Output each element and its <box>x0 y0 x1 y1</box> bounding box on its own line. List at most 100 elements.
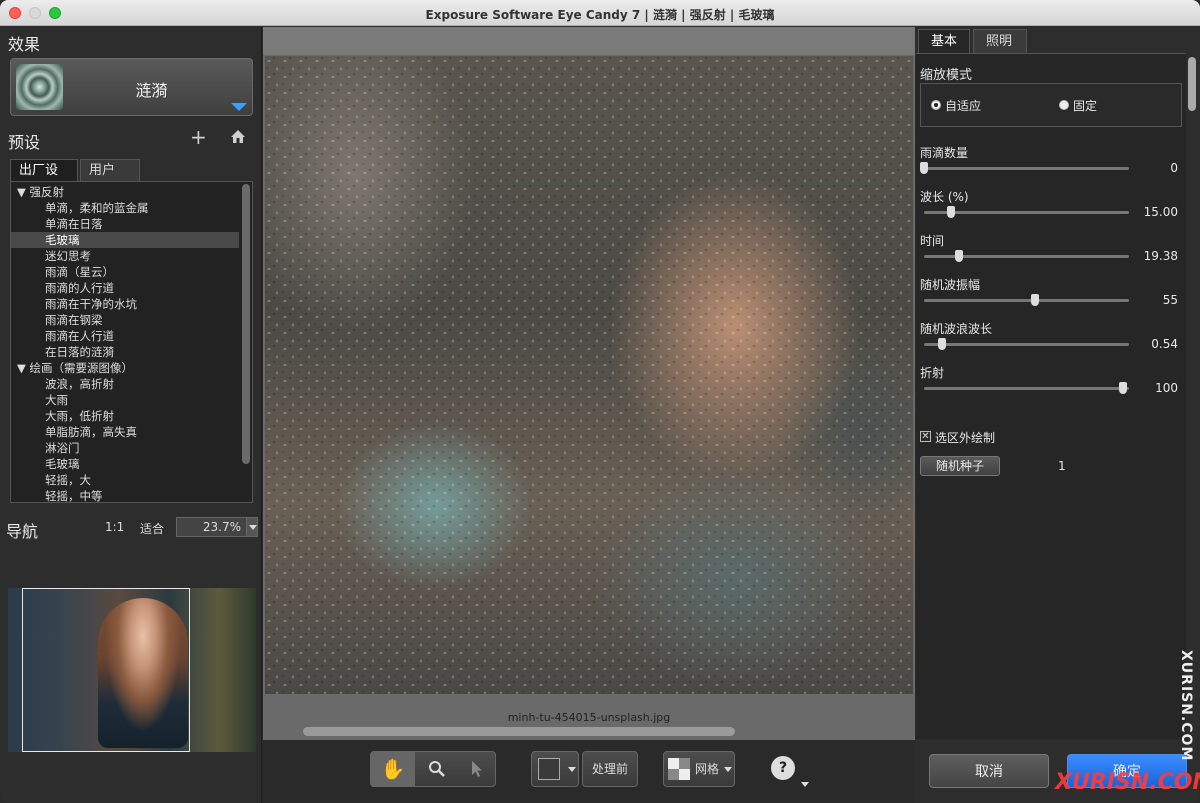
slider-label: 时间 <box>920 234 945 248</box>
slider-value: 15.00 <box>1143 205 1178 219</box>
slider-track[interactable] <box>924 382 1129 394</box>
zoom-1to1-button[interactable]: 1:1 <box>105 520 124 534</box>
slider-label: 折射 <box>920 366 945 380</box>
slider-thumb[interactable] <box>920 162 928 174</box>
navigator-thumbnail[interactable] <box>8 588 256 752</box>
tab-user[interactable]: 用户 <box>80 159 140 181</box>
scale-mode-label: 缩放模式 <box>920 68 973 83</box>
slider-track[interactable] <box>924 338 1129 350</box>
list-item[interactable]: 迷幻思考 <box>11 248 239 264</box>
list-item[interactable]: 单滴在日落 <box>11 216 239 232</box>
list-item[interactable]: 雨滴在干净的水坑 <box>11 296 239 312</box>
window-title: Exposure Software Eye Candy 7 | 涟漪 | 强反射… <box>425 8 775 22</box>
list-item[interactable]: 雨滴的人行道 <box>11 280 239 296</box>
slider-label: 雨滴数量 <box>920 146 969 160</box>
cancel-button[interactable]: 取消 <box>929 754 1049 788</box>
list-item[interactable]: 轻摇，中等 <box>11 488 239 502</box>
list-item[interactable]: ▼ 绘画（需要源图像） <box>11 360 239 376</box>
add-preset-icon[interactable]: + <box>190 127 207 147</box>
random-seed-value: 1 <box>1058 459 1066 473</box>
settings-content: 缩放模式 自适应 固定 雨滴数量 0 波长 (%) 15.00 时间 19.38… <box>916 53 1186 739</box>
radio-adaptive[interactable] <box>931 100 941 110</box>
list-item[interactable]: 毛玻璃 <box>11 456 239 472</box>
zoom-tool-icon[interactable] <box>415 752 459 786</box>
list-item[interactable]: 在日落的涟漪 <box>11 344 239 360</box>
grid-icon <box>668 758 690 780</box>
list-item[interactable]: 轻摇，大 <box>11 472 239 488</box>
settings-scrollbar[interactable] <box>1188 57 1196 111</box>
scale-mode-group: 自适应 固定 <box>920 83 1182 127</box>
effect-name: 涟漪 <box>135 81 168 100</box>
grid-label: 网格 <box>694 762 719 776</box>
title-bar: Exposure Software Eye Candy 7 | 涟漪 | 强反射… <box>0 0 1200 26</box>
radio-fixed-label: 固定 <box>1073 99 1098 113</box>
slider-thumb[interactable] <box>946 206 955 218</box>
zoom-fit-button[interactable]: 适合 <box>140 520 164 537</box>
random-seed-button[interactable]: 随机种子 <box>920 456 1000 476</box>
slider-label: 随机波振幅 <box>920 278 981 292</box>
list-item[interactable]: 单滴，柔和的蓝金属 <box>11 200 239 216</box>
app-window: Exposure Software Eye Candy 7 | 涟漪 | 强反射… <box>0 0 1200 803</box>
presets-heading: 预设 <box>8 133 41 152</box>
home-icon[interactable] <box>230 129 246 148</box>
tab-lighting[interactable]: 照明 <box>973 29 1027 53</box>
list-item[interactable]: 大雨，低折射 <box>11 408 239 424</box>
preset-list[interactable]: ▼ 强反射 单滴，柔和的蓝金属 单滴在日落 毛玻璃 迷幻思考 雨滴（星云） 雨滴… <box>10 181 253 503</box>
preset-scrollbar[interactable] <box>242 184 250 464</box>
preview-area: minh-tu-454015-unsplash.jpg ✋ 处理前 网格 ? <box>263 27 915 803</box>
help-icon[interactable]: ? <box>771 756 795 780</box>
tab-factory[interactable]: 出厂设置 <box>10 159 78 200</box>
radio-fixed[interactable] <box>1059 100 1069 110</box>
list-item[interactable]: 波浪，高折射 <box>11 376 239 392</box>
settings-panel: 基本 照明 缩放模式 自适应 固定 雨滴数量 0 波长 (%) 15.00 时间… <box>916 27 1200 803</box>
list-item[interactable]: ▼ 强反射 <box>11 184 239 200</box>
tab-basic[interactable]: 基本 <box>918 29 970 53</box>
slider-value: 100 <box>1155 381 1178 395</box>
preview-image[interactable] <box>265 56 913 694</box>
slider-value: 0 <box>1170 161 1178 175</box>
slider-thumb[interactable] <box>954 250 963 262</box>
left-panel: 效果 涟漪 预设 + 出厂设置 用户 ▼ 强反射 单滴，柔和的蓝金属 单滴在日落… <box>0 27 262 803</box>
preview-top-strip <box>263 27 915 55</box>
hand-tool-icon[interactable]: ✋ <box>371 752 415 786</box>
preview-toolbar: ✋ 处理前 网格 ? <box>263 740 915 803</box>
list-item[interactable]: 雨滴在人行道 <box>11 328 239 344</box>
list-item[interactable]: 大雨 <box>11 392 239 408</box>
background-color-picker[interactable] <box>531 751 579 787</box>
preview-filename: minh-tu-454015-unsplash.jpg <box>507 711 671 724</box>
help-dropdown-icon[interactable] <box>801 782 809 787</box>
grid-button[interactable]: 网格 <box>663 751 735 787</box>
slider-value: 0.54 <box>1151 337 1178 351</box>
slider-value: 55 <box>1162 293 1178 307</box>
navigator-viewport-rect[interactable] <box>22 588 190 752</box>
list-item-selected[interactable]: 毛玻璃 <box>11 232 239 248</box>
slider-track[interactable] <box>920 162 1129 174</box>
slider-track[interactable] <box>924 250 1129 262</box>
slider-track[interactable] <box>924 206 1129 218</box>
navigation-heading: 导航 <box>6 522 39 541</box>
slider-label: 波长 (%) <box>920 190 969 204</box>
chevron-down-icon <box>724 767 732 772</box>
slider-thumb[interactable] <box>1118 382 1127 394</box>
slider-track[interactable] <box>924 294 1129 306</box>
effect-thumbnail <box>16 64 63 110</box>
effect-selector[interactable]: 涟漪 <box>10 58 253 116</box>
select-tool-icon[interactable] <box>459 752 495 786</box>
list-item[interactable]: 雨滴（星云） <box>11 264 239 280</box>
watermark-bottom: XURISN.COM <box>1055 770 1200 795</box>
before-button-label: 处理前 <box>591 762 628 776</box>
before-button[interactable]: 处理前 <box>582 751 638 787</box>
effect-heading: 效果 <box>8 35 41 54</box>
slider-thumb[interactable] <box>1030 294 1039 306</box>
frosted-glass-texture <box>265 56 913 694</box>
list-item[interactable]: 雨滴在钢梁 <box>11 312 239 328</box>
slider-label: 随机波浪波长 <box>920 322 993 336</box>
list-item[interactable]: 淋浴门 <box>11 440 239 456</box>
zoom-dropdown-button[interactable] <box>246 517 258 537</box>
chevron-down-icon <box>568 767 576 772</box>
slider-thumb[interactable] <box>938 338 947 350</box>
outside-selection-checkbox[interactable]: ✕ <box>920 431 931 442</box>
list-item[interactable]: 单脂肪滴，高失真 <box>11 424 239 440</box>
zoom-level-field[interactable]: 23.7% <box>176 517 248 537</box>
preview-hscrollbar[interactable] <box>303 727 735 736</box>
